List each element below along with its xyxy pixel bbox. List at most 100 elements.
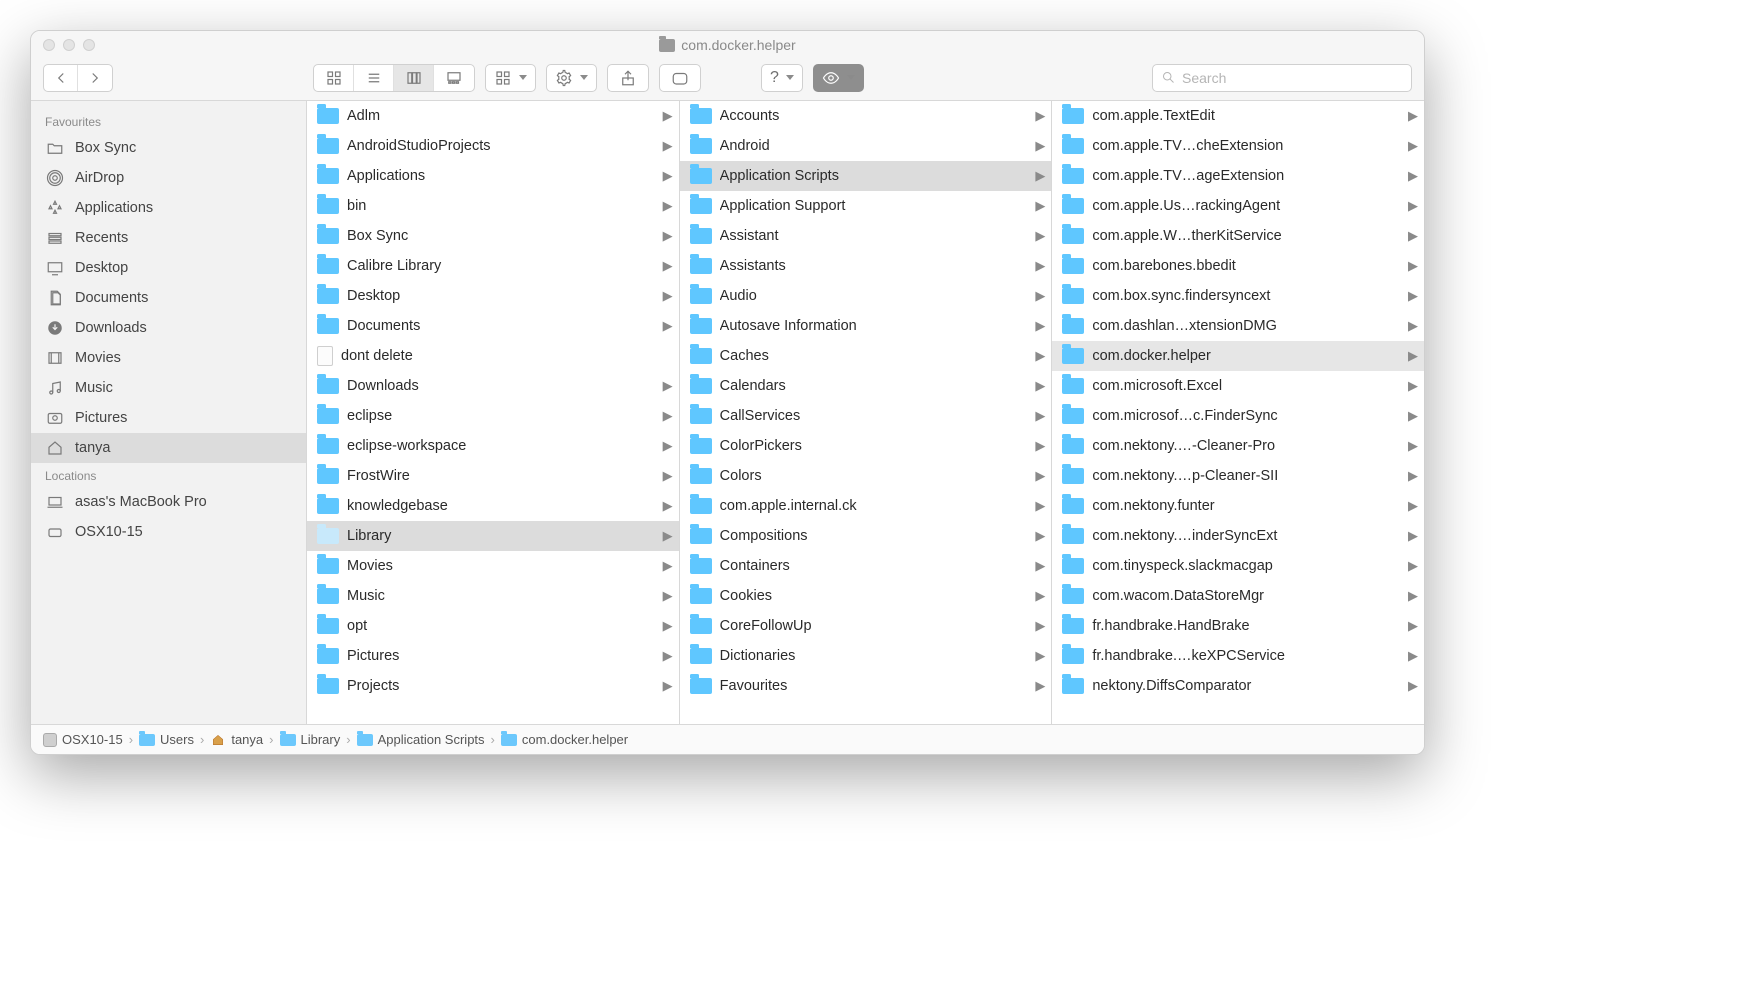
icon-view-button[interactable]	[314, 65, 354, 91]
list-item[interactable]: Android▶	[680, 131, 1052, 161]
list-item[interactable]: Dictionaries▶	[680, 641, 1052, 671]
list-item[interactable]: Calibre Library▶	[307, 251, 679, 281]
list-item[interactable]: com.nektony.…p-Cleaner-SII▶	[1052, 461, 1424, 491]
list-item[interactable]: eclipse▶	[307, 401, 679, 431]
sidebar-item-tanya[interactable]: tanya	[31, 433, 306, 463]
list-item[interactable]: com.apple.internal.ck▶	[680, 491, 1052, 521]
drive-icon	[43, 733, 57, 747]
list-item[interactable]: com.box.sync.findersyncext▶	[1052, 281, 1424, 311]
folder-icon	[317, 648, 339, 664]
list-item[interactable]: Caches▶	[680, 341, 1052, 371]
quicklook-button[interactable]	[813, 64, 864, 92]
list-item[interactable]: Compositions▶	[680, 521, 1052, 551]
list-item[interactable]: com.nektony.funter▶	[1052, 491, 1424, 521]
forward-button[interactable]	[78, 65, 112, 91]
breadcrumb-item[interactable]: com.docker.helper	[501, 732, 628, 747]
list-item[interactable]: Assistant▶	[680, 221, 1052, 251]
list-item[interactable]: CoreFollowUp▶	[680, 611, 1052, 641]
group-by-button[interactable]	[485, 64, 536, 92]
list-view-button[interactable]	[354, 65, 394, 91]
list-item[interactable]: nektony.DiffsComparator▶	[1052, 671, 1424, 701]
list-item[interactable]: com.microsoft.Excel▶	[1052, 371, 1424, 401]
list-item[interactable]: fr.handbrake.…keXPCService▶	[1052, 641, 1424, 671]
list-item[interactable]: Assistants▶	[680, 251, 1052, 281]
list-item[interactable]: Projects▶	[307, 671, 679, 701]
sidebar-item-documents[interactable]: Documents	[31, 283, 306, 313]
tags-button[interactable]	[659, 64, 701, 92]
column-view-button[interactable]	[394, 65, 434, 91]
gallery-view-button[interactable]	[434, 65, 474, 91]
list-item[interactable]: Applications▶	[307, 161, 679, 191]
sidebar-item-osx10-15[interactable]: OSX10-15	[31, 517, 306, 547]
list-item[interactable]: Box Sync▶	[307, 221, 679, 251]
list-item[interactable]: Application Scripts▶	[680, 161, 1052, 191]
list-item[interactable]: Pictures▶	[307, 641, 679, 671]
sidebar-item-airdrop[interactable]: AirDrop	[31, 163, 306, 193]
sidebar-item-movies[interactable]: Movies	[31, 343, 306, 373]
list-item[interactable]: Downloads▶	[307, 371, 679, 401]
list-item[interactable]: com.microsof…c.FinderSync▶	[1052, 401, 1424, 431]
folder-icon	[317, 558, 339, 574]
list-item[interactable]: Colors▶	[680, 461, 1052, 491]
list-item[interactable]: com.nektony.…inderSyncExt▶	[1052, 521, 1424, 551]
list-item[interactable]: AndroidStudioProjects▶	[307, 131, 679, 161]
breadcrumb-item[interactable]: tanya	[210, 732, 263, 747]
sidebar-item-asas-s-macbook-pro[interactable]: asas's MacBook Pro	[31, 487, 306, 517]
sidebar-item-applications[interactable]: Applications	[31, 193, 306, 223]
list-item[interactable]: com.apple.Us…rackingAgent▶	[1052, 191, 1424, 221]
list-item[interactable]: Application Support▶	[680, 191, 1052, 221]
list-item[interactable]: com.dashlan…xtensionDMG▶	[1052, 311, 1424, 341]
list-item[interactable]: com.nektony.…-Cleaner-Pro▶	[1052, 431, 1424, 461]
list-item[interactable]: com.apple.TV…ageExtension▶	[1052, 161, 1424, 191]
breadcrumb-item[interactable]: Application Scripts	[357, 732, 485, 747]
list-item[interactable]: Calendars▶	[680, 371, 1052, 401]
share-button[interactable]	[607, 64, 649, 92]
list-item[interactable]: Favourites▶	[680, 671, 1052, 701]
list-item[interactable]: Desktop▶	[307, 281, 679, 311]
sidebar-item-downloads[interactable]: Downloads	[31, 313, 306, 343]
sidebar-item-pictures[interactable]: Pictures	[31, 403, 306, 433]
list-item[interactable]: Movies▶	[307, 551, 679, 581]
list-item[interactable]: Adlm▶	[307, 101, 679, 131]
help-button[interactable]: ?	[761, 64, 803, 92]
list-item[interactable]: opt▶	[307, 611, 679, 641]
breadcrumb-item[interactable]: Users	[139, 732, 194, 747]
list-item[interactable]: knowledgebase▶	[307, 491, 679, 521]
list-item[interactable]: eclipse-workspace▶	[307, 431, 679, 461]
list-item[interactable]: bin▶	[307, 191, 679, 221]
list-item[interactable]: com.docker.helper▶	[1052, 341, 1424, 371]
back-button[interactable]	[44, 65, 78, 91]
search-input[interactable]	[1182, 70, 1403, 86]
minimize-button[interactable]	[63, 39, 75, 51]
sidebar-item-box-sync[interactable]: Box Sync	[31, 133, 306, 163]
list-item[interactable]: com.apple.TextEdit▶	[1052, 101, 1424, 131]
action-button[interactable]	[546, 64, 597, 92]
zoom-button[interactable]	[83, 39, 95, 51]
sidebar-item-desktop[interactable]: Desktop	[31, 253, 306, 283]
sidebar-item-recents[interactable]: Recents	[31, 223, 306, 253]
breadcrumb-item[interactable]: OSX10-15	[43, 732, 123, 747]
gallery-icon	[445, 69, 463, 87]
list-item[interactable]: com.apple.W…therKitService▶	[1052, 221, 1424, 251]
list-item[interactable]: Audio▶	[680, 281, 1052, 311]
list-item[interactable]: fr.handbrake.HandBrake▶	[1052, 611, 1424, 641]
list-item[interactable]: dont delete	[307, 341, 679, 371]
list-item[interactable]: Documents▶	[307, 311, 679, 341]
list-item[interactable]: FrostWire▶	[307, 461, 679, 491]
breadcrumb-item[interactable]: Library	[280, 732, 341, 747]
list-item[interactable]: Music▶	[307, 581, 679, 611]
close-button[interactable]	[43, 39, 55, 51]
list-item[interactable]: com.tinyspeck.slackmacgap▶	[1052, 551, 1424, 581]
list-item[interactable]: Autosave Information▶	[680, 311, 1052, 341]
list-item[interactable]: Cookies▶	[680, 581, 1052, 611]
list-item[interactable]: Accounts▶	[680, 101, 1052, 131]
search-field[interactable]	[1152, 64, 1412, 92]
list-item[interactable]: Library▶	[307, 521, 679, 551]
sidebar-item-music[interactable]: Music	[31, 373, 306, 403]
list-item[interactable]: com.barebones.bbedit▶	[1052, 251, 1424, 281]
list-item[interactable]: Containers▶	[680, 551, 1052, 581]
list-item[interactable]: com.wacom.DataStoreMgr▶	[1052, 581, 1424, 611]
list-item[interactable]: CallServices▶	[680, 401, 1052, 431]
list-item[interactable]: ColorPickers▶	[680, 431, 1052, 461]
list-item[interactable]: com.apple.TV…cheExtension▶	[1052, 131, 1424, 161]
